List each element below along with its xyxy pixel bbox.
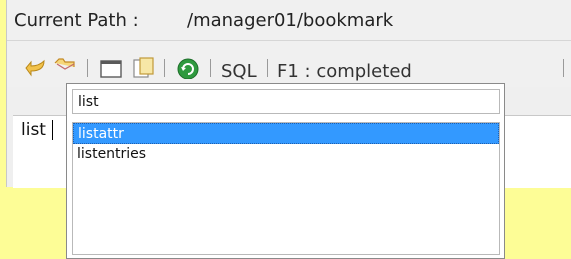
undo-arrow-icon[interactable] [24,55,48,79]
copy-document-icon[interactable] [131,55,155,79]
open-folder-icon[interactable] [53,55,77,79]
status-text: F1 : completed [277,61,412,82]
path-value: /manager01/bookmark [187,10,394,31]
toolbar-separator [267,59,268,77]
toolbar-separator [210,59,211,77]
window-icon[interactable] [99,55,123,79]
green-refresh-icon[interactable] [176,55,200,80]
editor-text: list [21,120,46,140]
sql-button[interactable]: SQL [221,61,257,82]
toolbar-separator [87,59,88,77]
toolbar-separator [563,59,564,77]
autocomplete-item[interactable]: listattr [73,123,499,144]
path-bar: Current Path : /manager01/bookmark [7,0,571,41]
path-label: Current Path : [14,10,139,31]
toolbar-separator [164,59,165,77]
toolbar: SQL F1 : completed [7,41,571,87]
autocomplete-filter-input[interactable] [72,89,500,114]
autocomplete-popup: listattr listentries [66,83,505,259]
autocomplete-item[interactable]: listentries [73,144,499,165]
text-caret [52,120,53,140]
autocomplete-list[interactable]: listattr listentries [72,122,500,255]
